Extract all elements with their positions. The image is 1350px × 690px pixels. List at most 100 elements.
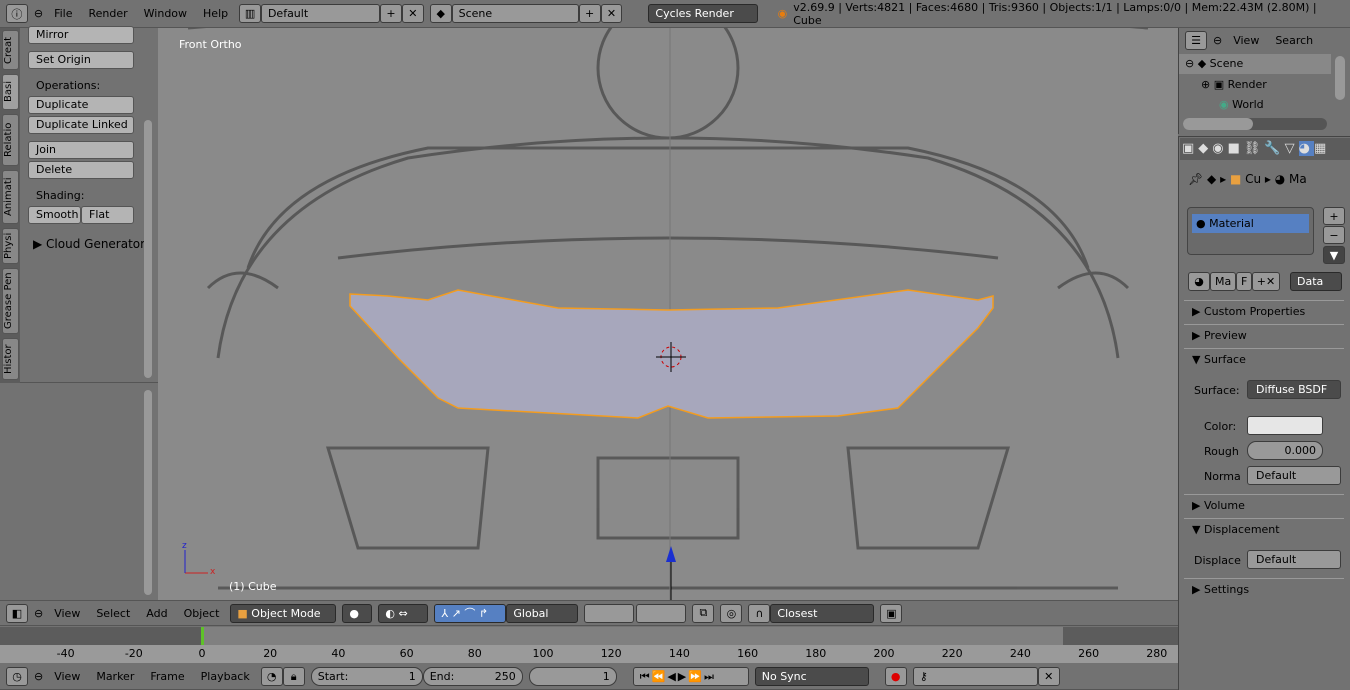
new-remove-material-buttons[interactable]: +✕	[1252, 272, 1280, 291]
panel-surface[interactable]: ▼ Surface	[1184, 348, 1344, 370]
menu-object[interactable]: Object	[179, 607, 225, 620]
menu-window[interactable]: Window	[139, 7, 192, 20]
crumb-object[interactable]: Cu	[1245, 172, 1261, 186]
tab-animation[interactable]: Animati	[2, 170, 19, 224]
slot-specials-button[interactable]: ▼	[1323, 246, 1345, 264]
tab-create[interactable]: Creat	[2, 30, 19, 70]
layout-icon[interactable]: ▥	[239, 4, 261, 23]
current-frame-field[interactable]: 1	[528, 667, 617, 686]
panel-preview[interactable]: ▶ Preview	[1184, 324, 1344, 346]
roughness-field[interactable]: 0.000	[1247, 441, 1323, 460]
outliner-item-scene[interactable]: ⊖ ◆ Scene	[1179, 54, 1331, 74]
add-scene-button[interactable]: +	[578, 4, 601, 23]
menu-playback[interactable]: Playback	[196, 670, 255, 683]
layout-field[interactable]: Default	[260, 4, 381, 23]
outliner-vscroll[interactable]	[1335, 56, 1345, 100]
timeline-strip[interactable]	[0, 627, 1178, 647]
timeline-editor-icon[interactable]: ◷	[6, 667, 28, 686]
smooth-button[interactable]: Smooth	[28, 206, 81, 224]
playback-controls[interactable]: ⏮⏪◀▶⏩⏭	[632, 667, 749, 686]
info-editor-icon[interactable]: ⓘ	[6, 4, 28, 23]
add-layout-button[interactable]: +	[380, 4, 402, 23]
render-engine-select[interactable]: Cycles Render	[648, 4, 758, 23]
delete-button[interactable]: Delete	[28, 161, 134, 179]
duplicate-button[interactable]: Duplicate	[28, 96, 134, 114]
start-frame-field[interactable]: Start: 1	[310, 667, 423, 686]
panel-volume[interactable]: ▶ Volume	[1184, 494, 1344, 516]
outliner-hscroll[interactable]	[1183, 118, 1327, 130]
editor-type-icon[interactable]: ◧	[6, 603, 28, 623]
add-slot-button[interactable]: +	[1323, 207, 1345, 225]
collapse-icon[interactable]: ⊖	[34, 7, 43, 20]
material-browse-icon[interactable]: ◕	[1188, 272, 1210, 291]
link-select[interactable]: Data	[1290, 272, 1342, 291]
snap-target-select[interactable]: Closest	[770, 603, 875, 623]
properties-tabs[interactable]: ▣◆◉■⛓🔧▽◕▦	[1180, 138, 1350, 160]
menu-render[interactable]: Render	[83, 7, 132, 20]
proportional-edit-icon[interactable]: ◎	[720, 603, 743, 623]
surface-shader-select[interactable]: Diffuse BSDF	[1247, 380, 1341, 399]
keying-remove-icon[interactable]: ✕	[1037, 667, 1060, 686]
sync-select[interactable]: No Sync	[754, 667, 869, 686]
remove-slot-button[interactable]: −	[1323, 226, 1345, 244]
keying-set-field[interactable]: ⚷	[912, 667, 1038, 686]
lower-scrollbar[interactable]	[144, 390, 152, 595]
collapse-icon[interactable]: ⊖	[34, 607, 43, 620]
end-frame-field[interactable]: End: 250	[422, 667, 523, 686]
menu-add[interactable]: Add	[141, 607, 172, 620]
3d-viewport[interactable]: xz Front Ortho (1) Cube	[158, 28, 1178, 600]
menu-view[interactable]: View	[49, 670, 85, 683]
current-frame-marker[interactable]	[201, 627, 204, 647]
opengl-render-icon[interactable]: ▣	[880, 603, 903, 623]
collapse-icon[interactable]: ⊖	[34, 670, 43, 683]
tab-relations[interactable]: Relatio	[2, 114, 19, 166]
material-slot-item[interactable]: ● Material	[1192, 214, 1309, 233]
duplicate-linked-button[interactable]: Duplicate Linked	[28, 116, 134, 134]
material-name-field[interactable]: Ma	[1210, 272, 1236, 291]
tab-physics[interactable]: Physi	[2, 228, 19, 264]
outliner-item-render[interactable]: ⊕ ▣ Render	[1201, 76, 1267, 94]
orientation-select[interactable]: Global	[506, 603, 579, 623]
menu-select[interactable]: Select	[91, 607, 135, 620]
tab-history[interactable]: Histor	[2, 338, 19, 380]
tab-basic[interactable]: Basi	[2, 74, 19, 110]
layers-grid-1[interactable]	[584, 603, 635, 623]
lock-icon[interactable]: 🔒︎	[282, 667, 305, 686]
outliner-editor-icon[interactable]: ☰	[1185, 30, 1207, 50]
menu-help[interactable]: Help	[198, 7, 233, 20]
scene-field[interactable]: Scene	[451, 4, 579, 23]
manipulator-buttons[interactable]: ⅄ ↗ ⌒ ↱	[434, 603, 507, 623]
panel-displacement[interactable]: ▼ Displacement	[1184, 518, 1344, 540]
tool-scrollbar[interactable]	[144, 120, 152, 378]
menu-view[interactable]: View	[1228, 34, 1264, 47]
displace-select[interactable]: Default	[1247, 550, 1341, 569]
outliner-item-world[interactable]: ◉ World	[1219, 96, 1264, 114]
set-origin-button[interactable]: Set Origin	[28, 51, 134, 69]
menu-frame[interactable]: Frame	[145, 670, 189, 683]
color-swatch[interactable]	[1247, 416, 1323, 435]
layers-grid-2[interactable]	[636, 603, 687, 623]
scene-icon[interactable]: ◆	[429, 4, 452, 23]
remove-layout-button[interactable]: ✕	[401, 4, 424, 23]
join-button[interactable]: Join	[28, 141, 134, 159]
snap-icon[interactable]: ∩	[748, 603, 771, 623]
pivot-select[interactable]: ◐ ⇔	[378, 603, 429, 623]
menu-marker[interactable]: Marker	[91, 670, 139, 683]
lock-layers-icon[interactable]: ⧉	[692, 603, 715, 623]
shading-select[interactable]: ●	[342, 603, 373, 623]
record-icon[interactable]: ●	[884, 667, 907, 686]
frame-ruler[interactable]: -40 -20 0 20 40 60 80 100 120 140 160 180 200 220 240 2…	[0, 645, 1178, 663]
fake-user-button[interactable]: F	[1236, 272, 1252, 291]
crumb-material[interactable]: Ma	[1289, 172, 1307, 186]
remove-scene-button[interactable]: ✕	[600, 4, 623, 23]
cloud-generator-panel[interactable]: ▶ Cloud Generator	[33, 237, 145, 251]
collapse-icon[interactable]: ⊖	[1213, 34, 1222, 47]
mirror-button[interactable]: Mirror	[28, 26, 134, 44]
panel-custom-properties[interactable]: ▶ Custom Properties	[1184, 300, 1344, 322]
flat-button[interactable]: Flat	[81, 206, 134, 224]
menu-search[interactable]: Search	[1270, 34, 1318, 47]
mode-select[interactable]: ■ Object Mode	[230, 603, 337, 623]
menu-view[interactable]: View	[49, 607, 85, 620]
preview-range-icon[interactable]: ◔	[260, 667, 283, 686]
panel-settings[interactable]: ▶ Settings	[1184, 578, 1344, 600]
